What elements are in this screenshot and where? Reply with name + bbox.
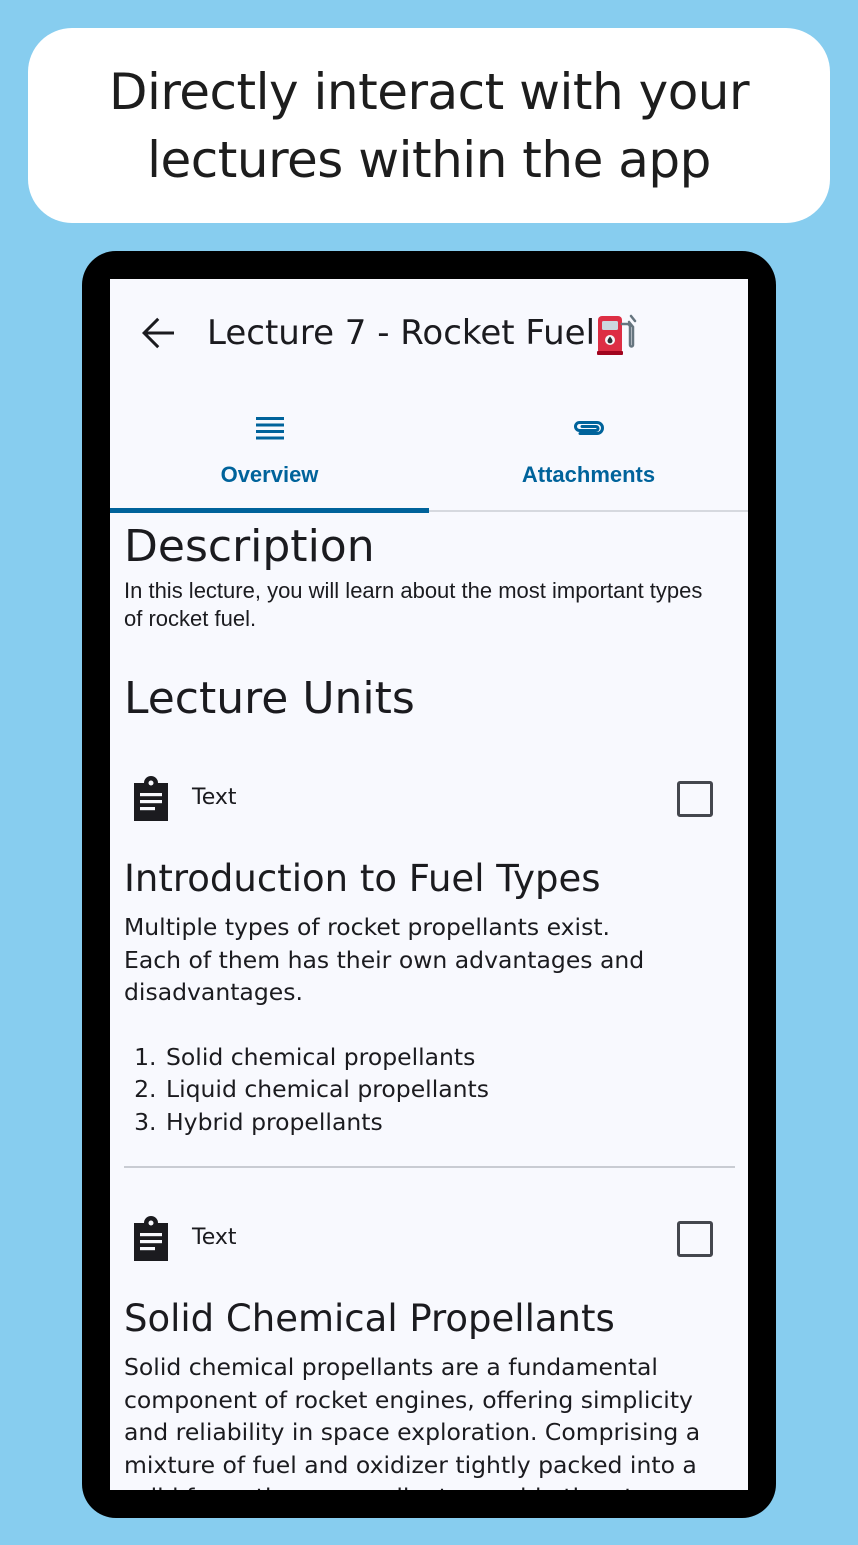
tab-active-indicator	[110, 508, 429, 513]
tab-overview[interactable]: Overview	[110, 397, 429, 509]
unit-paragraph: Multiple types of rocket propellants exi…	[124, 913, 611, 941]
back-button[interactable]	[134, 309, 182, 357]
clipboard-text-icon	[134, 776, 168, 821]
list-item: Hybrid propellants	[164, 1106, 736, 1139]
unit-title: Solid Chemical Propellants	[124, 1297, 615, 1340]
list-item: Solid chemical propellants	[164, 1041, 736, 1074]
tab-attachments-label: Attachments	[521, 462, 656, 487]
promo-text: Directly interact with your lectures wit…	[108, 58, 750, 194]
description-heading: Description	[124, 521, 375, 572]
lecture-unit-header[interactable]: Text	[124, 768, 736, 828]
top-app-bar: Lecture 7 - Rocket Fuel	[110, 279, 748, 389]
tab-overview-label: Overview	[220, 462, 319, 487]
promo-banner: Directly interact with your lectures wit…	[28, 28, 830, 223]
promo-line-1: Directly interact with your	[108, 62, 750, 121]
tab-bar: Overview Attachments	[110, 397, 748, 512]
unit-title: Introduction to Fuel Types	[124, 857, 601, 900]
list-item: Liquid chemical propellants	[164, 1073, 736, 1106]
unit-completed-checkbox[interactable]	[677, 781, 713, 817]
unit-completed-checkbox[interactable]	[677, 1221, 713, 1257]
unit-divider	[124, 1166, 735, 1168]
unit-type-label: Text	[192, 785, 237, 810]
clipboard-text-icon	[134, 1216, 168, 1261]
lecture-unit-header[interactable]: Text	[124, 1208, 736, 1268]
arrow-left-icon	[142, 317, 174, 349]
unit-body: Multiple types of rocket propellants exi…	[124, 911, 736, 1138]
unit-paragraph: Solid chemical propellants are a fundame…	[124, 1353, 701, 1490]
propellant-list: Solid chemical propellants Liquid chemic…	[124, 1041, 736, 1139]
promo-line-2: lectures within the app	[147, 130, 711, 189]
lecture-units-heading: Lecture Units	[124, 673, 415, 724]
unit-type-label: Text	[192, 1225, 237, 1250]
paperclip-icon	[574, 421, 604, 435]
app-screen: Lecture 7 - Rocket Fuel Overview Attachm…	[110, 279, 748, 1490]
tab-attachments[interactable]: Attachments	[429, 397, 748, 509]
description-text: In this lecture, you will learn about th…	[124, 578, 703, 631]
page-title: Lecture 7 - Rocket Fuel	[207, 313, 596, 353]
unit-body: Solid chemical propellants are a fundame…	[124, 1351, 724, 1490]
unit-paragraph: Each of them has their own advantages an…	[124, 945, 645, 1007]
list-lines-icon	[256, 417, 284, 440]
fuel-pump-icon	[594, 312, 640, 356]
